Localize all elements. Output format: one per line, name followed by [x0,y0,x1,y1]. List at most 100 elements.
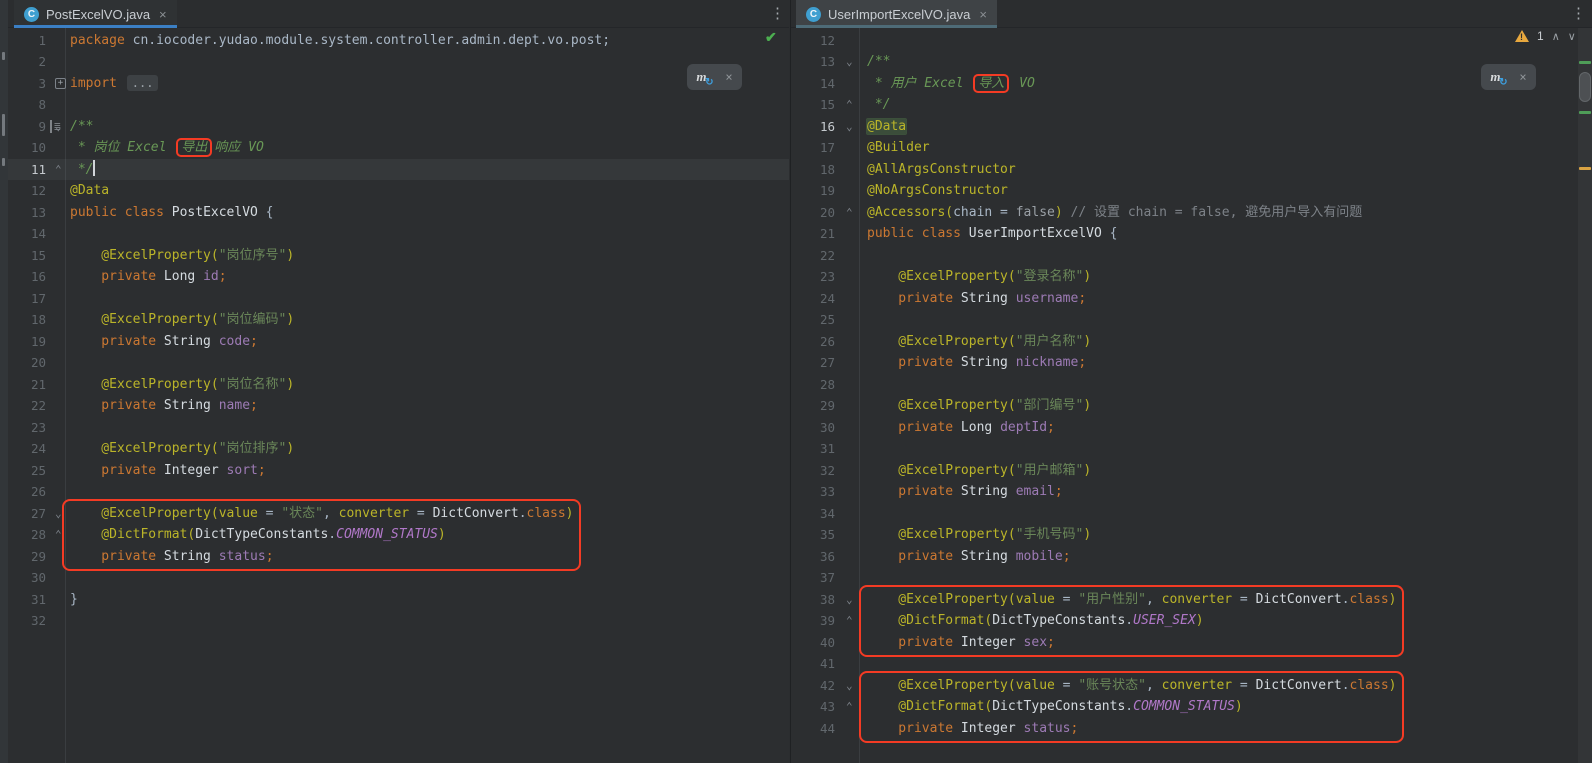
line-number[interactable]: 29 [791,395,835,417]
code-line[interactable]: 24 private String username; [791,288,1592,310]
line-number[interactable]: 33 [791,481,835,503]
code-line[interactable]: 13⌄/** [791,51,1592,73]
code-line[interactable]: 35 @ExcelProperty("手机号码") [791,524,1592,546]
code-line[interactable]: 26 @ExcelProperty("用户名称") [791,331,1592,353]
line-number[interactable]: 34 [791,503,835,525]
line-number[interactable]: 21 [8,374,46,396]
line-number[interactable]: 32 [8,610,46,632]
code-line[interactable]: 19 private String code; [8,331,789,353]
code-line[interactable]: 30 private Long deptId; [791,417,1592,439]
line-number[interactable]: 27 [8,503,46,525]
code-line[interactable]: 2 [8,51,789,73]
inspections-ok-widget[interactable]: ✔ [765,29,777,46]
tab-userimportexcelvo[interactable]: C UserImportExcelVO.java × [796,0,997,28]
code-line[interactable]: 22 [791,245,1592,267]
close-tab-icon[interactable]: × [159,7,167,22]
code-line[interactable]: 30 [8,567,789,589]
line-number[interactable]: 21 [791,223,835,245]
ai-assistant-widget[interactable]: m↻ × [1481,64,1536,90]
line-number[interactable]: 39 [791,610,835,632]
fold-icon[interactable]: ⌃ [846,203,853,223]
code-line[interactable]: 13public class PostExcelVO { [8,202,789,224]
line-number[interactable]: 31 [791,438,835,460]
line-number[interactable]: 36 [791,546,835,568]
fold-icon[interactable]: ⌄ [846,590,853,610]
code-line[interactable]: 31} [8,589,789,611]
line-number[interactable]: 8 [8,94,46,116]
line-number[interactable]: 42 [791,675,835,697]
line-number[interactable]: 13 [8,202,46,224]
code-line[interactable]: 16 private Long id; [8,266,789,288]
scrollbar-thumb[interactable] [1579,72,1591,102]
code-line[interactable]: 18 @ExcelProperty("岗位编码") [8,309,789,331]
code-line[interactable]: 32 @ExcelProperty("用户邮箱") [791,460,1592,482]
line-number[interactable]: 22 [791,245,835,267]
code-line[interactable]: 23 [8,417,789,439]
line-number[interactable]: 32 [791,460,835,482]
line-number[interactable]: 37 [791,567,835,589]
ai-assistant-widget[interactable]: m↻ × [687,64,742,90]
line-number[interactable]: 14 [791,73,835,95]
close-widget-icon[interactable]: × [1519,70,1526,84]
line-number[interactable]: 15 [8,245,46,267]
code-line[interactable]: 42⌄ @ExcelProperty(value = "账号状态", conve… [791,675,1592,697]
fold-icon[interactable]: ⌃ [846,697,853,717]
line-number[interactable]: 16 [8,266,46,288]
tab-postexcelvo[interactable]: C PostExcelVO.java × [14,0,177,28]
code-line[interactable]: 29 private String status; [8,546,789,568]
code-line[interactable]: 12@Data [8,180,789,202]
code-line[interactable]: 25 private Integer sort; [8,460,789,482]
more-options-icon[interactable]: ⋮ [770,4,785,22]
line-number[interactable]: 26 [791,331,835,353]
code-line[interactable]: 28 [791,374,1592,396]
code-line[interactable]: 23 @ExcelProperty("登录名称") [791,266,1592,288]
editor-right[interactable]: 1213⌄/**14 * 用户 Excel 导入 VO15⌃ */16⌄@Dat… [791,28,1592,763]
line-number[interactable]: 28 [8,524,46,546]
code-line[interactable]: 11⌃ */ [8,159,789,181]
line-number[interactable]: 16 [791,116,835,138]
code-line[interactable]: 14 [8,223,789,245]
code-line[interactable]: 10 * 岗位 Excel 导出响应 VO [8,137,789,159]
line-number[interactable]: 2 [8,51,46,73]
code-line[interactable]: 41 [791,653,1592,675]
code-line[interactable]: 12 [791,30,1592,52]
line-number[interactable]: 25 [8,460,46,482]
code-line[interactable]: 29 @ExcelProperty("部门编号") [791,395,1592,417]
fold-icon[interactable]: ⌃ [55,525,62,545]
line-number[interactable]: 20 [791,202,835,224]
code-line[interactable]: 3+import ... [8,73,789,95]
fold-icon[interactable]: ⌃ [55,160,62,180]
code-line[interactable]: 20 [8,352,789,374]
code-line[interactable]: 15⌃ */ [791,94,1592,116]
line-number[interactable]: 1 [8,30,46,52]
code-line[interactable]: 43⌃ @DictFormat(DictTypeConstants.COMMON… [791,696,1592,718]
code-line[interactable]: 22 private String name; [8,395,789,417]
line-number[interactable]: 23 [8,417,46,439]
line-number[interactable]: 30 [791,417,835,439]
tool-window-stripe[interactable] [0,0,8,763]
next-problem-icon[interactable]: ∨ [1568,30,1576,43]
line-number[interactable]: 24 [8,438,46,460]
fold-icon[interactable]: ⌃ [846,95,853,115]
code-line[interactable]: 14 * 用户 Excel 导入 VO [791,73,1592,95]
fold-icon[interactable]: ⌄ [846,676,853,696]
fold-icon[interactable]: ⌄ [846,117,853,137]
more-options-icon[interactable]: ⋮ [1571,4,1586,22]
line-number[interactable]: 3 [8,73,46,95]
line-number[interactable]: 35 [791,524,835,546]
code-line[interactable]: 31 [791,438,1592,460]
line-number[interactable]: 12 [791,30,835,52]
code-line[interactable]: 38⌄ @ExcelProperty(value = "用户性别", conve… [791,589,1592,611]
line-number[interactable]: 31 [8,589,46,611]
line-number[interactable]: 30 [8,567,46,589]
code-line[interactable]: 26 [8,481,789,503]
fold-icon[interactable]: ⌃ [846,611,853,631]
line-number[interactable]: 13 [791,51,835,73]
code-line[interactable]: 17 [8,288,789,310]
line-number[interactable]: 22 [8,395,46,417]
fold-icon[interactable]: + [55,78,66,89]
line-number[interactable]: 19 [8,331,46,353]
line-number[interactable]: 26 [8,481,46,503]
line-number[interactable]: 24 [791,288,835,310]
line-number[interactable]: 14 [8,223,46,245]
